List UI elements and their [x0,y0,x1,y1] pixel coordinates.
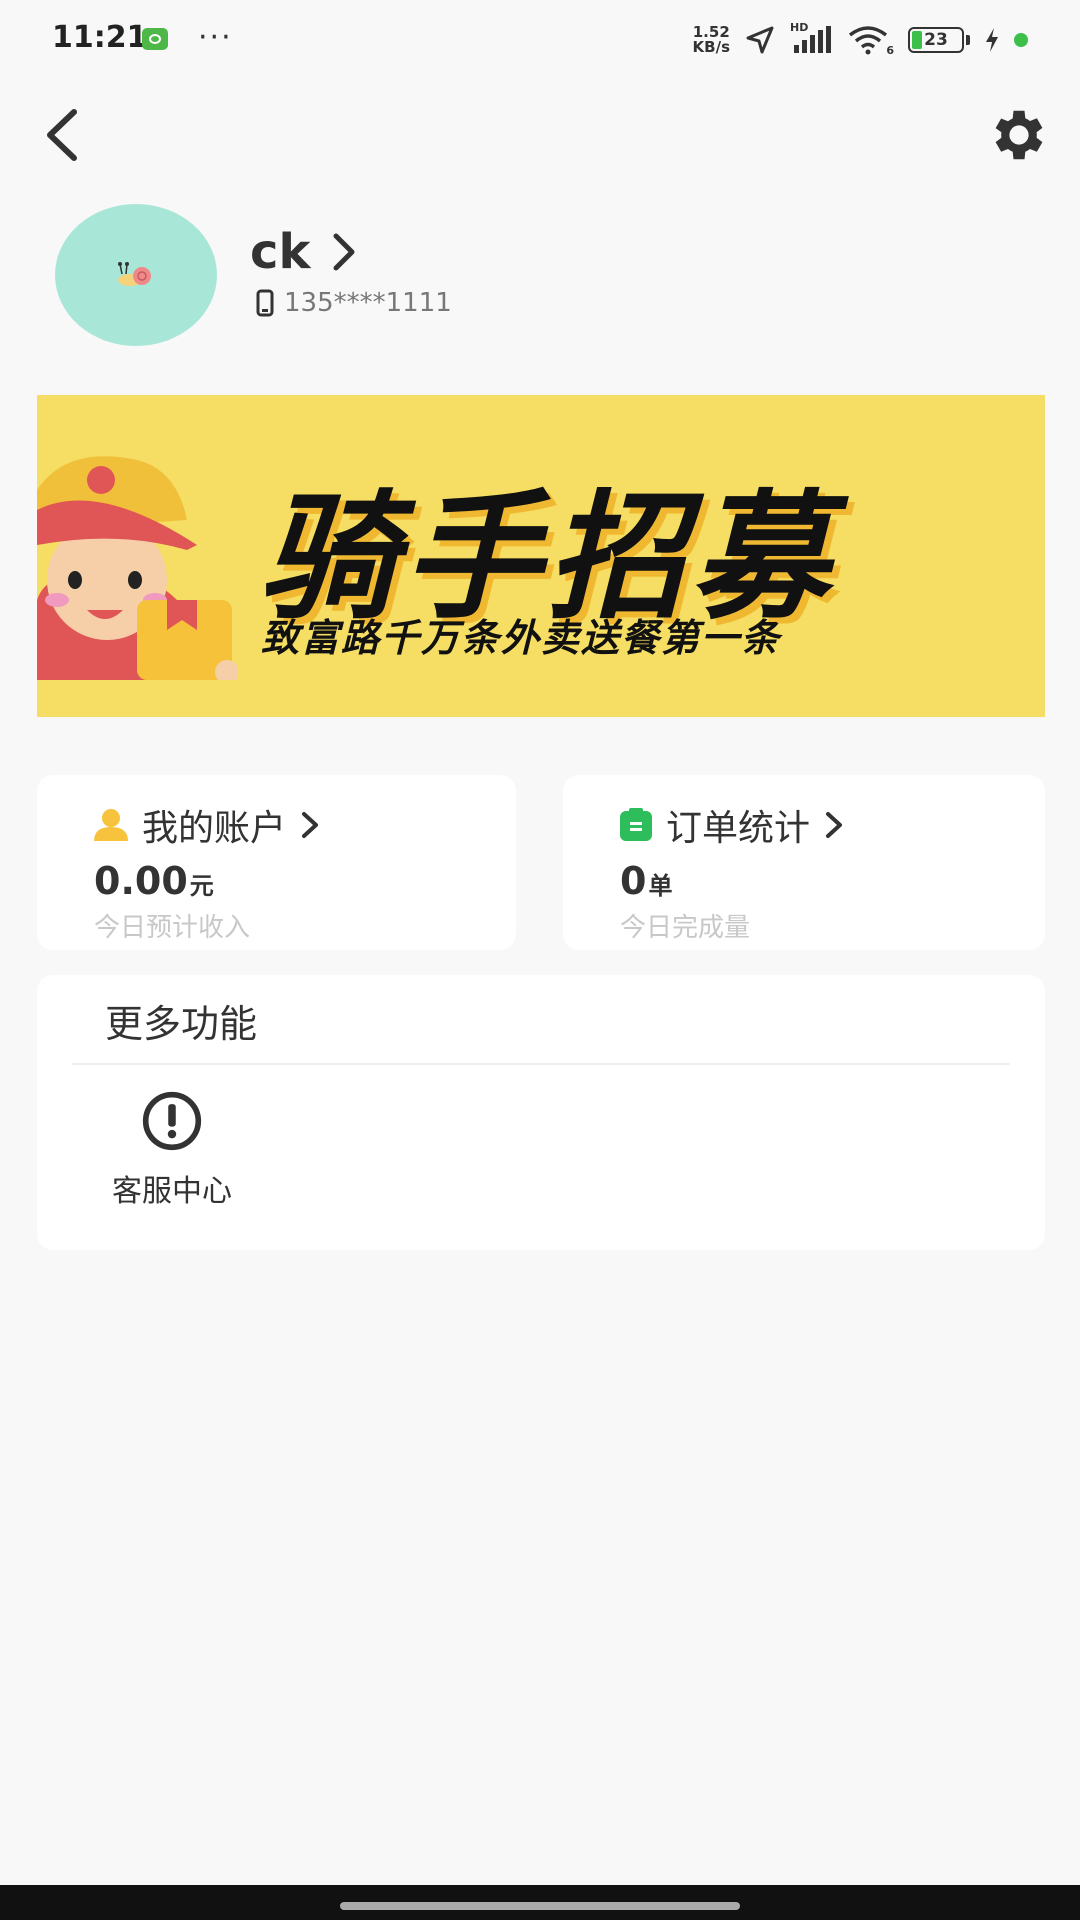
top-navigation [0,90,1080,180]
user-name[interactable]: ck [250,224,310,280]
profile-header[interactable]: ck 135****1111 [0,200,1080,350]
customer-service-label: 客服中心 [112,1174,232,1209]
divider [72,1063,1010,1065]
location-icon [746,26,774,54]
phone-number: 135****1111 [284,288,452,318]
phone-row: 135****1111 [256,288,452,318]
chevron-right-icon [333,233,355,271]
charging-icon [986,28,998,52]
orders-card-header[interactable]: 订单统计 [618,799,846,851]
more-notifications-icon: ··· [198,20,233,55]
avatar[interactable] [55,204,217,346]
chevron-right-icon [302,812,319,838]
home-indicator[interactable] [340,1902,740,1910]
system-navigation-bar [0,1885,1080,1920]
status-time: 11:21 [52,20,148,55]
more-functions-title: 更多功能 [105,1002,258,1046]
chevron-left-icon [47,109,77,161]
account-card-title: 我的账户 [142,808,287,849]
phone-icon [256,289,274,317]
account-caption: 今日预计收入 [94,913,251,943]
orders-card-title: 订单统计 [666,808,811,849]
orders-caption: 今日完成量 [620,913,751,943]
signal-icon: HD [790,21,834,55]
network-speed: 1.52 KB/s [692,23,730,56]
battery-tip [966,35,970,45]
account-balance: 0.00元 [94,859,214,903]
gear-icon [995,110,1043,160]
orders-card[interactable]: 订单统计 0单 今日完成量 [563,775,1045,950]
delivery-rider-illustration [37,456,237,680]
account-card[interactable]: 我的账户 0.00元 今日预计收入 [37,775,516,950]
orders-count: 0单 [620,859,673,903]
banner-subtitle: 致富路千万条外卖送餐第一条 [261,616,782,660]
status-bar: 11:21 ··· 1.52 KB/s HD 6 23 [0,0,1080,80]
chevron-right-icon [826,812,843,838]
user-icon [94,809,128,841]
account-card-header[interactable]: 我的账户 [92,799,322,851]
back-button[interactable] [32,100,92,170]
wifi-icon: 6 [848,25,894,57]
customer-service-item[interactable]: 客服中心 [97,1090,247,1210]
status-indicators: 1.52 KB/s HD 6 23 [692,21,1028,58]
alert-circle-icon [142,1091,202,1151]
app-notification-icon [142,28,168,50]
more-functions-card: 更多功能 客服中心 [37,975,1045,1250]
clipboard-icon [620,808,652,841]
privacy-indicator [1014,33,1028,47]
settings-button[interactable] [986,102,1052,168]
recruitment-banner[interactable]: 骑手招募 致富路千万条外卖送餐第一条 [37,395,1045,717]
snail-avatar-icon [118,262,151,286]
battery-icon: 23 [908,27,964,53]
